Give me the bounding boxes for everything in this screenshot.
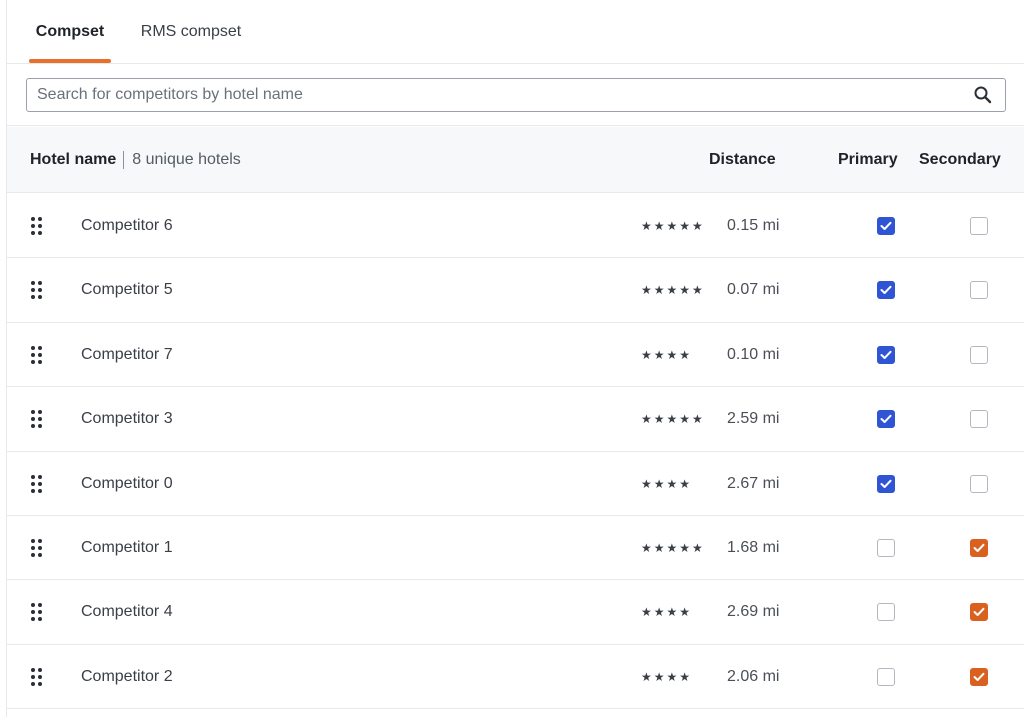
distance-value: 2.69 mi xyxy=(727,603,780,621)
secondary-checkbox[interactable] xyxy=(970,345,988,364)
distance-value: 2.06 mi xyxy=(727,667,780,685)
tab-rms-compset[interactable]: RMS compset xyxy=(129,0,253,64)
table-row: Competitor 4 ★★★★ 2.69 mi xyxy=(7,580,1024,645)
hotel-name: Competitor 6 xyxy=(81,217,173,234)
secondary-checkbox[interactable] xyxy=(970,474,988,493)
star-rating: ★★★★ xyxy=(641,605,693,620)
distance-value: 0.10 mi xyxy=(727,345,780,363)
primary-checkbox[interactable] xyxy=(877,345,895,364)
star-rating: ★★★★★ xyxy=(641,219,705,233)
hotel-name: Competitor 5 xyxy=(81,281,173,299)
check-icon xyxy=(973,543,985,552)
primary-checkbox[interactable] xyxy=(877,217,895,235)
drag-handle-icon[interactable] xyxy=(31,345,43,364)
distance-value: 0.15 mi xyxy=(727,217,780,234)
drag-handle-icon[interactable] xyxy=(31,474,43,493)
table-row: Competitor 3 ★★★★★ 2.59 mi xyxy=(7,387,1024,452)
star-rating: ★★★★★ xyxy=(641,283,705,298)
check-icon xyxy=(973,608,985,617)
hotel-name: Competitor 1 xyxy=(81,538,173,556)
secondary-checkbox[interactable] xyxy=(970,281,988,300)
secondary-checkbox[interactable] xyxy=(970,667,988,686)
search-bar xyxy=(7,64,1024,126)
hotel-name: Competitor 7 xyxy=(81,345,173,363)
table-row: Competitor 7 ★★★★ 0.10 mi xyxy=(7,322,1024,388)
primary-checkbox[interactable] xyxy=(877,667,895,686)
primary-checkbox[interactable] xyxy=(877,603,895,622)
check-icon xyxy=(880,221,892,230)
compset-panel: Compset RMS compset Hotel name 8 unique … xyxy=(6,0,1024,717)
hotel-name: Competitor 3 xyxy=(81,410,173,428)
check-icon xyxy=(880,286,892,295)
tab-compset[interactable]: Compset xyxy=(29,0,111,64)
search-box xyxy=(26,78,1006,112)
distance-value: 0.07 mi xyxy=(727,281,780,299)
secondary-checkbox[interactable] xyxy=(970,538,988,557)
hotel-name-header[interactable]: Hotel name 8 unique hotels xyxy=(30,127,241,193)
secondary-checkbox[interactable] xyxy=(970,603,988,622)
distance-value: 2.59 mi xyxy=(727,410,780,428)
primary-checkbox[interactable] xyxy=(877,538,895,557)
secondary-checkbox[interactable] xyxy=(970,217,988,235)
table-row: Competitor 5 ★★★★★ 0.07 mi xyxy=(7,258,1024,323)
table-row: Competitor 1 ★★★★★ 1.68 mi xyxy=(7,515,1024,581)
hotel-name: Competitor 2 xyxy=(81,667,173,685)
table-row: Competitor 6 ★★★★★ 0.15 mi xyxy=(7,194,1024,259)
hotel-name: Competitor 0 xyxy=(81,474,173,492)
distance-value: 1.68 mi xyxy=(727,538,780,556)
drag-handle-icon[interactable] xyxy=(31,217,43,235)
star-rating: ★★★★ xyxy=(641,476,693,491)
tab-bar: Compset RMS compset xyxy=(7,0,1024,64)
hotel-name-header-label: Hotel name xyxy=(30,151,117,168)
table-row: Competitor 0 ★★★★ 2.67 mi xyxy=(7,451,1024,516)
check-icon xyxy=(880,414,892,424)
competitor-list: Competitor 6 ★★★★★ 0.15 mi Competitor 5 … xyxy=(7,194,1024,710)
primary-checkbox[interactable] xyxy=(877,474,895,493)
check-icon xyxy=(973,672,985,681)
star-rating: ★★★★ xyxy=(641,347,693,362)
unique-hotels-count: 8 unique hotels xyxy=(132,151,241,168)
secondary-checkbox[interactable] xyxy=(970,410,988,429)
primary-header[interactable]: Primary xyxy=(838,127,898,193)
check-icon xyxy=(880,350,892,359)
drag-handle-icon[interactable] xyxy=(31,410,43,429)
star-rating: ★★★★ xyxy=(641,669,693,684)
secondary-header[interactable]: Secondary xyxy=(919,127,1001,193)
drag-handle-icon[interactable] xyxy=(31,281,43,300)
star-rating: ★★★★★ xyxy=(641,412,705,427)
distance-header[interactable]: Distance xyxy=(709,127,776,193)
drag-handle-icon[interactable] xyxy=(31,538,43,557)
hotel-name: Competitor 4 xyxy=(81,603,173,621)
check-icon xyxy=(880,479,892,488)
search-icon[interactable] xyxy=(973,85,993,105)
primary-checkbox[interactable] xyxy=(877,281,895,300)
search-input[interactable] xyxy=(37,79,957,110)
primary-checkbox[interactable] xyxy=(877,410,895,429)
distance-value: 2.67 mi xyxy=(727,474,780,492)
star-rating: ★★★★★ xyxy=(641,540,705,555)
header-divider xyxy=(123,151,125,169)
table-header: Hotel name 8 unique hotels Distance Prim… xyxy=(7,127,1024,193)
active-tab-indicator xyxy=(29,59,111,63)
table-row: Competitor 2 ★★★★ 2.06 mi xyxy=(7,644,1024,710)
drag-handle-icon[interactable] xyxy=(31,603,43,622)
drag-handle-icon[interactable] xyxy=(31,667,43,686)
